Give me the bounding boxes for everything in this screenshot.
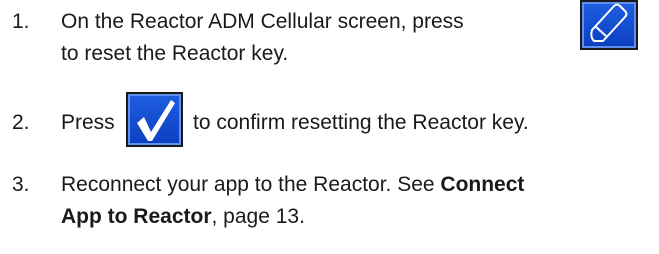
link-title: Connect xyxy=(440,173,525,196)
step-text: On the Reactor ADM Cellular screen, pres… xyxy=(61,10,464,33)
eraser-icon xyxy=(590,3,628,42)
link-title: App to Reactor xyxy=(61,205,212,228)
reset-key-button[interactable] xyxy=(580,0,638,50)
step-number: 2. xyxy=(12,111,30,134)
step-text: App to Reactor, page 13. xyxy=(61,205,305,229)
checkmark-icon xyxy=(137,100,175,141)
step-text-plain: Reconnect your app to the Reactor. See xyxy=(61,173,441,196)
step-number: 3. xyxy=(12,173,30,196)
step-text-plain: , page 13. xyxy=(211,205,305,228)
confirm-button[interactable] xyxy=(126,92,183,147)
step-number: 1. xyxy=(12,10,30,33)
step-text: Press xyxy=(61,111,115,134)
step-text: Reconnect your app to the Reactor. See C… xyxy=(61,173,524,197)
step-text: to confirm resetting the Reactor key. xyxy=(193,111,529,134)
step-text: to reset the Reactor key. xyxy=(61,42,289,65)
